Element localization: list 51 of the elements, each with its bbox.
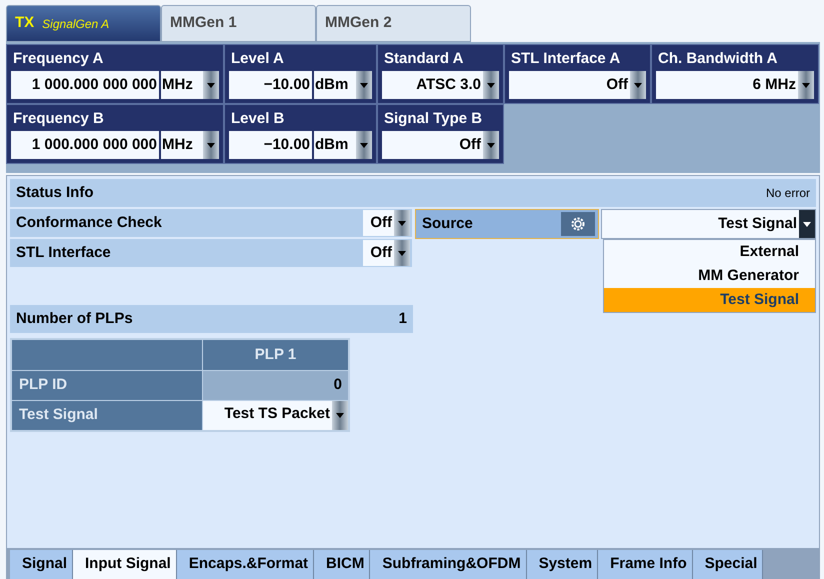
parameter-label: STL Interface A xyxy=(510,49,622,69)
unit-dropdown[interactable]: dBm xyxy=(314,131,372,159)
bottom-tab[interactable]: BICM xyxy=(314,550,370,579)
gear-icon xyxy=(569,215,587,233)
bottom-tab[interactable]: Encaps.&Format xyxy=(176,550,314,579)
status-title: Status Info xyxy=(16,182,94,203)
top-tab[interactable]: MMGen 1 xyxy=(161,5,316,42)
status-message: No error xyxy=(766,185,810,202)
source-dropdown[interactable]: Test Signal xyxy=(601,209,816,239)
parameter-label: Frequency B xyxy=(12,109,105,129)
value-field[interactable]: 1 000.000 000 000 xyxy=(11,71,159,99)
bottom-tab[interactable]: Frame Info xyxy=(598,550,693,579)
value-dropdown[interactable]: Off xyxy=(382,131,499,159)
bottom-tab[interactable]: Input Signal xyxy=(73,550,177,579)
settings-button[interactable] xyxy=(561,212,595,236)
setting-label: Number of PLPs xyxy=(16,308,133,329)
parameter-label: Level B xyxy=(230,109,286,129)
table-cell: 0 xyxy=(203,371,348,400)
value-dropdown[interactable]: Off xyxy=(363,240,410,266)
value-field[interactable]: −10.00 xyxy=(229,131,312,159)
parameter-label: Standard A xyxy=(383,49,464,69)
value-dropdown[interactable]: ATSC 3.0 xyxy=(382,71,499,99)
bottom-tab[interactable]: Signal xyxy=(10,550,74,579)
value-dropdown[interactable]: Off xyxy=(509,71,646,99)
parameter-label: Signal Type B xyxy=(383,109,484,129)
top-tab[interactable]: MMGen 2 xyxy=(316,5,471,42)
table-dropdown[interactable]: Test TS Packet xyxy=(203,401,348,430)
parameter-label: Ch. Bandwidth A xyxy=(657,49,778,69)
bottom-tab[interactable]: Subframing&OFDM xyxy=(370,550,527,579)
row-header: Test Signal xyxy=(12,401,202,430)
dropdown-option[interactable]: Test Signal xyxy=(604,288,815,312)
bottom-tab[interactable]: Special xyxy=(692,550,764,579)
setting-label: Source xyxy=(422,214,473,234)
setting-label: Conformance Check xyxy=(16,212,162,233)
unit-dropdown[interactable]: MHz xyxy=(161,131,219,159)
value-dropdown[interactable]: 6 MHz xyxy=(656,71,814,99)
column-header: PLP 1 xyxy=(203,340,348,370)
parameter-label: Level A xyxy=(230,49,285,69)
row-header: PLP ID xyxy=(12,371,202,400)
parameter-label: Frequency A xyxy=(12,49,104,69)
dropdown-option[interactable]: MM Generator xyxy=(604,264,815,288)
setting-value: 1 xyxy=(398,308,407,329)
value-field[interactable]: 1 000.000 000 000 xyxy=(11,131,159,159)
setting-label: STL Interface xyxy=(16,242,111,263)
bottom-tab[interactable]: System xyxy=(526,550,598,579)
top-tab[interactable]: TX SignalGen A xyxy=(6,5,161,42)
value-field[interactable]: −10.00 xyxy=(229,71,312,99)
dropdown-option[interactable]: External xyxy=(604,240,815,264)
unit-dropdown[interactable]: dBm xyxy=(314,71,372,99)
unit-dropdown[interactable]: MHz xyxy=(161,71,219,99)
value-dropdown[interactable]: Off xyxy=(363,210,410,236)
